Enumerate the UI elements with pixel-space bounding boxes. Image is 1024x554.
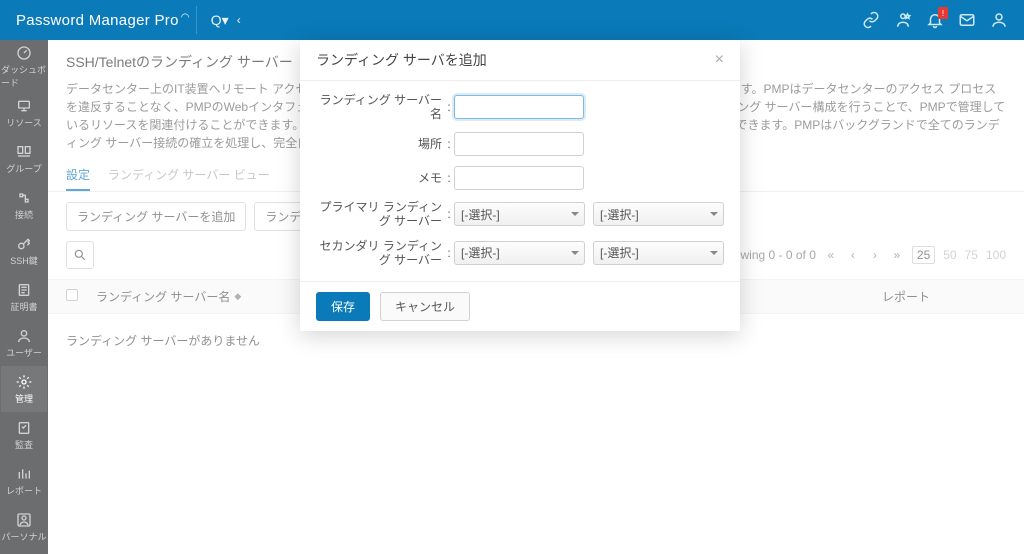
close-icon[interactable]: ×: [715, 51, 724, 69]
topbar-icons: !: [862, 11, 1016, 29]
modal-header: ランディング サーバを追加 ×: [300, 40, 740, 81]
secondary-select-1[interactable]: [-選択-]: [454, 241, 585, 265]
logo-swoosh-icon: ◠: [181, 12, 190, 23]
search-area[interactable]: Q▾ ‹: [211, 12, 241, 29]
modal-body: ランディング サーバー名 : 場所 : メモ : プライマリ ランディング サー…: [300, 81, 740, 281]
form-row-primary: プライマリ ランディング サーバー : [-選択-] [-選択-]: [316, 200, 724, 229]
notifications-icon[interactable]: !: [926, 11, 944, 29]
label-secondary: セカンダリ ランディング サーバー: [316, 239, 444, 268]
server-name-input[interactable]: [454, 95, 584, 119]
app-title-text: Password Manager Pro: [16, 12, 179, 29]
form-row-secondary: セカンダリ ランディング サーバー : [-選択-] [-選択-]: [316, 239, 724, 268]
search-icon: Q▾: [211, 12, 229, 29]
app-title: Password Manager Pro ◠: [0, 12, 190, 29]
cancel-button[interactable]: キャンセル: [380, 292, 470, 321]
primary-select-1[interactable]: [-選択-]: [454, 202, 585, 226]
modal-title: ランディング サーバを追加: [316, 50, 487, 70]
modal-footer: 保存 キャンセル: [300, 281, 740, 331]
link-icon[interactable]: [862, 11, 880, 29]
memo-input[interactable]: [454, 166, 584, 190]
topbar: Password Manager Pro ◠ Q▾ ‹ !: [0, 0, 1024, 40]
label-memo: メモ: [316, 171, 444, 185]
label-location: 場所: [316, 137, 444, 151]
save-button[interactable]: 保存: [316, 292, 370, 321]
form-row-memo: メモ :: [316, 166, 724, 190]
label-primary: プライマリ ランディング サーバー: [316, 200, 444, 229]
mail-icon[interactable]: [958, 11, 976, 29]
form-row-location: 場所 :: [316, 132, 724, 156]
location-input[interactable]: [454, 132, 584, 156]
topbar-separator: [196, 6, 197, 34]
star-person-icon[interactable]: [894, 11, 912, 29]
secondary-select-2[interactable]: [-選択-]: [593, 241, 724, 265]
label-server-name: ランディング サーバー名: [316, 93, 444, 122]
search-caret-icon: ‹: [237, 13, 241, 27]
notification-badge: !: [938, 7, 948, 19]
primary-select-2[interactable]: [-選択-]: [593, 202, 724, 226]
form-row-server-name: ランディング サーバー名 :: [316, 93, 724, 122]
add-server-modal: ランディング サーバを追加 × ランディング サーバー名 : 場所 : メモ :…: [300, 40, 740, 331]
user-icon[interactable]: [990, 11, 1008, 29]
